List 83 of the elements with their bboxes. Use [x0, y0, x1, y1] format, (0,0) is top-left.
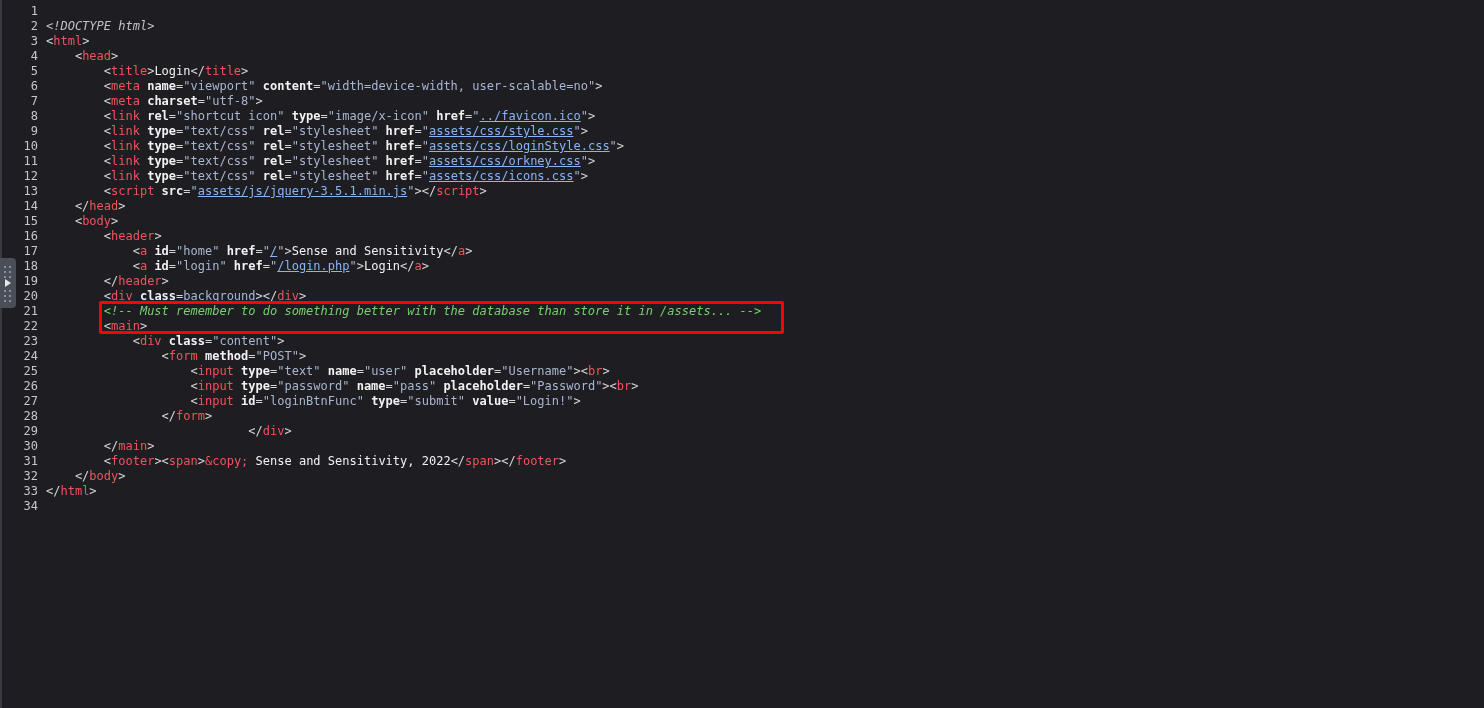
line-number: 7 — [29, 94, 38, 109]
line-number: 27 — [22, 394, 38, 409]
line-number: 15 — [22, 214, 38, 229]
code-text: <link type="text/css" rel="stylesheet" href=" — [102, 169, 429, 184]
code-text: "> — [573, 169, 588, 184]
line-number: 2 — [29, 19, 38, 34]
line-number: 17 — [22, 244, 38, 259]
line-number: 33 — [22, 484, 38, 499]
code-text: <script src=" — [102, 184, 198, 199]
code-text: <main> — [102, 319, 148, 334]
panel-toggle-handle[interactable] — [0, 258, 16, 308]
code-text: <html> — [46, 34, 90, 49]
line-number: 16 — [22, 229, 38, 244]
code-text: <footer><span>&copy; Sense and Sensitivity, 2022</span></footer> — [102, 454, 567, 469]
code-text: </body> — [73, 469, 126, 484]
code-text: "> — [580, 154, 596, 169]
source-link[interactable]: assets/css/style.css — [429, 124, 574, 139]
code-text: <meta charset="utf-8"> — [102, 94, 263, 109]
source-link[interactable]: / — [270, 244, 278, 259]
source-link[interactable]: /login.php — [277, 259, 350, 274]
line-number: 31 — [22, 454, 38, 469]
code-text: <input type="text" name="user" placeholder="Username"><br> — [189, 364, 610, 379]
code-text: <body> — [73, 214, 119, 229]
line-number: 8 — [29, 109, 38, 124]
code-text: </main> — [102, 439, 155, 454]
source-link[interactable]: assets/js/jquery-3.5.1.min.js — [197, 184, 408, 199]
code-text: <a id="home" href=" — [131, 244, 270, 259]
code-text: ">Sense and Sensitivity</a> — [277, 244, 473, 259]
source-link[interactable]: assets/css/icons.css — [429, 169, 574, 184]
code-text: <title>Login</title> — [102, 64, 249, 79]
code-text: <form method="POST"> — [160, 349, 307, 364]
line-number: 29 — [22, 424, 38, 439]
line-number: 26 — [22, 379, 38, 394]
code-text: <a id="login" href=" — [131, 259, 278, 274]
line-number: 34 — [22, 499, 38, 514]
code-text: </div> — [247, 424, 292, 439]
source-link[interactable]: assets/css/orkney.css — [429, 154, 581, 169]
code-text: </head> — [73, 199, 126, 214]
code-text: </html> — [46, 484, 97, 499]
line-number: 5 — [29, 64, 38, 79]
line-number: 24 — [22, 349, 38, 364]
line-number: 9 — [29, 124, 38, 139]
code-text: <input type="password" name="pass" placeholder="Password"><br> — [189, 379, 639, 394]
code-text: ">Login</a> — [349, 259, 429, 274]
code-text: "></script> — [407, 184, 487, 199]
line-number: 23 — [22, 334, 38, 349]
line-number: 18 — [22, 259, 38, 274]
line-number: 21 — [22, 304, 38, 319]
code-text: <link type="text/css" rel="stylesheet" href=" — [102, 139, 429, 154]
line-number: 1 — [29, 4, 38, 19]
line-number: 11 — [22, 154, 38, 169]
source-link[interactable]: assets/css/loginStyle.css — [429, 139, 610, 154]
line-number: 14 — [22, 199, 38, 214]
line-number: 19 — [22, 274, 38, 289]
code-text: </header> — [102, 274, 169, 289]
line-number: 13 — [22, 184, 38, 199]
code-text: <link type="text/css" rel="stylesheet" href=" — [102, 154, 429, 169]
line-number: 32 — [22, 469, 38, 484]
line-number: 25 — [22, 364, 38, 379]
code-text: "> — [580, 109, 596, 124]
code-text: <input id="loginBtnFunc" type="submit" value="Login!"> — [189, 394, 581, 409]
line-number: 22 — [22, 319, 38, 334]
code-text: <link rel="shortcut icon" type="image/x-icon" href=" — [102, 109, 480, 124]
code-text: <meta name="viewport" content="width=device-width, user-scalable=no"> — [102, 79, 603, 94]
line-number: 4 — [29, 49, 38, 64]
code-text: </form> — [160, 409, 213, 424]
code-text: <div class=background></div> — [102, 289, 307, 304]
code-text: <!DOCTYPE html> — [46, 19, 155, 34]
code-text: <link type="text/css" rel="stylesheet" href=" — [102, 124, 429, 139]
code-text: <div class="content"> — [131, 334, 285, 349]
code-text: <head> — [73, 49, 119, 64]
line-number: 20 — [22, 289, 38, 304]
line-number: 6 — [29, 79, 38, 94]
line-number: 10 — [22, 139, 38, 154]
line-number: 3 — [29, 34, 38, 49]
source-link[interactable]: ../favicon.ico — [479, 109, 581, 124]
code-text: <!-- Must remember to do something better with the database than store it in /assets... --> — [102, 304, 762, 319]
code-text: "> — [573, 124, 588, 139]
line-number: 28 — [22, 409, 38, 424]
code-text: "> — [609, 139, 625, 154]
code-text: <header> — [102, 229, 162, 244]
line-number: 30 — [22, 439, 38, 454]
line-number: 12 — [22, 169, 38, 184]
